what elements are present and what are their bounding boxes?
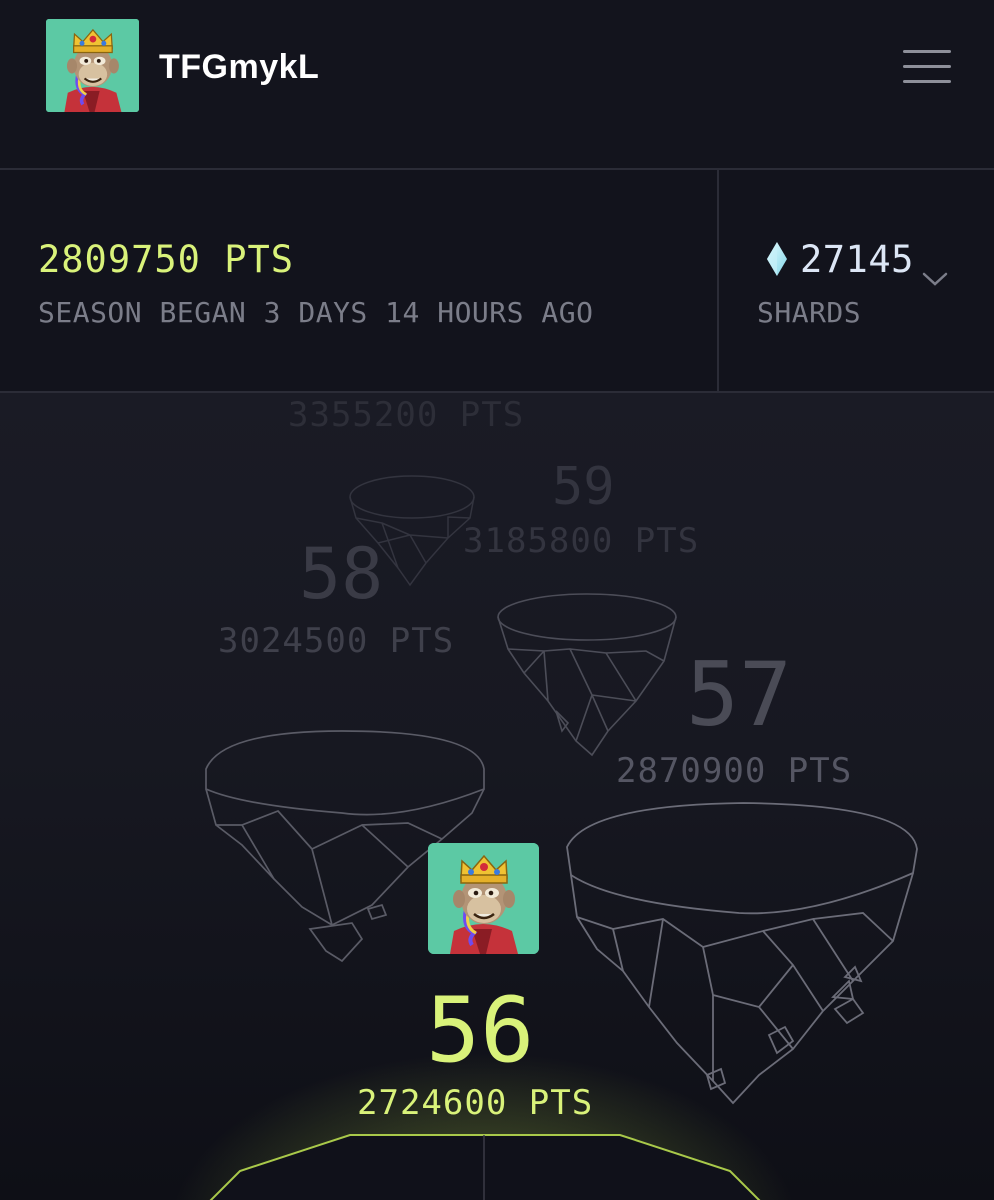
level-number: 58 [299, 533, 384, 615]
bored-ape-avatar-icon [428, 843, 539, 954]
shards-count: 27145 [800, 238, 914, 281]
top-bar: TFGmykL [0, 0, 994, 170]
level-56-island[interactable] [563, 801, 921, 1107]
level-points: 3185800 PTS [463, 521, 700, 561]
bored-ape-avatar-icon [46, 19, 139, 112]
username: TFGmykL [159, 48, 320, 86]
season-status: SEASON BEGAN 3 DAYS 14 HOURS AGO [38, 296, 594, 329]
level-map: 3355200 PTS 59 3185800 PTS 58 3024500 PT… [0, 393, 994, 1200]
menu-line-icon [903, 80, 951, 83]
level-57-island[interactable] [496, 591, 680, 759]
total-points: 2809750 PTS [38, 238, 295, 281]
level-points: 2870900 PTS [616, 751, 853, 791]
level-points: 3355200 PTS [288, 395, 525, 435]
user-avatar[interactable] [46, 19, 139, 112]
current-level-points: 2724600 PTS [357, 1083, 594, 1123]
level-number: 59 [552, 457, 615, 517]
level-number: 57 [686, 643, 792, 746]
shards-label: SHARDS [757, 296, 862, 329]
divider [717, 170, 719, 391]
current-user-avatar[interactable] [428, 843, 539, 954]
level-points: 3024500 PTS [218, 621, 455, 661]
season-stats-panel: 2809750 PTS SEASON BEGAN 3 DAYS 14 HOURS… [0, 170, 994, 393]
menu-line-icon [903, 50, 951, 53]
current-platform [209, 1134, 761, 1200]
hamburger-menu-button[interactable] [903, 48, 951, 84]
menu-line-icon [903, 65, 951, 68]
current-level-number: 56 [426, 978, 535, 1083]
crystal-shard-icon [767, 242, 787, 276]
chevron-down-icon[interactable] [921, 270, 949, 288]
